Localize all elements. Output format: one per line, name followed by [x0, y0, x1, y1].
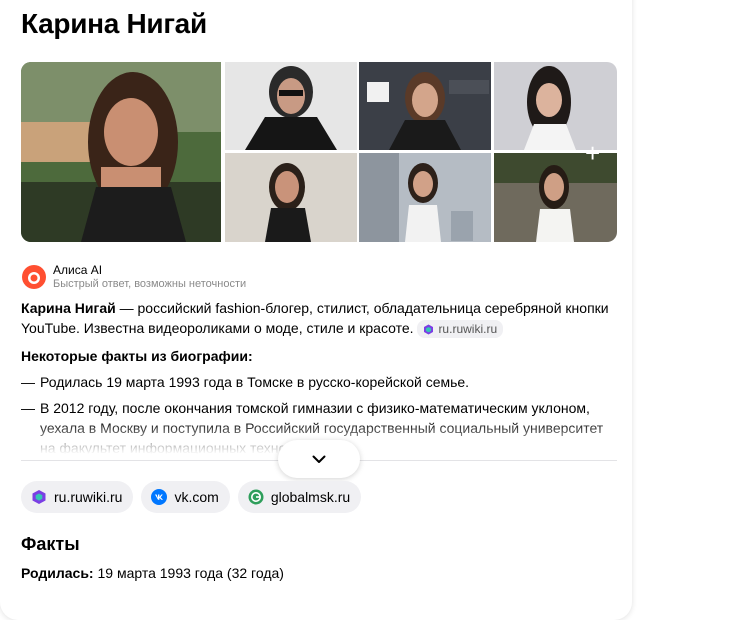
list-item: — Родилась 19 марта 1993 года в Томске в… — [21, 372, 621, 392]
page-title: Карина Нигай — [21, 8, 207, 39]
source-label: vk.com — [174, 489, 219, 505]
source-chip-ruwiki[interactable]: ru.ruwiki.ru — [21, 481, 134, 513]
bullet-dash: — — [21, 400, 35, 416]
source-chip-vk[interactable]: vk.com — [141, 481, 230, 513]
gallery-photo-4[interactable] — [494, 62, 617, 150]
gallery-photo-main[interactable] — [21, 62, 221, 242]
facts-title: Факты — [21, 534, 80, 554]
source-list: ru.ruwiki.ru vk.com globalmsk.ru — [21, 481, 362, 513]
alice-name: Алиса AI — [53, 263, 103, 277]
source-label: ru.ruwiki.ru — [54, 489, 123, 505]
gallery-photo-6[interactable] — [359, 153, 491, 242]
ruwiki-icon — [32, 490, 46, 504]
source-chip-globalmsk[interactable]: globalmsk.ru — [237, 481, 362, 513]
ruwiki-icon — [424, 324, 434, 335]
bio-heading: Некоторые факты из биографии: — [21, 348, 253, 364]
more-photos-icon[interactable]: + — [585, 140, 600, 166]
source-label: globalmsk.ru — [270, 489, 351, 505]
gallery-photo-3[interactable] — [359, 62, 491, 150]
fact-born: Родилась: 19 марта 1993 года (32 года) — [21, 565, 284, 581]
fact-born-value: 19 марта 1993 года (32 года) — [93, 565, 284, 581]
gallery-photo-5[interactable] — [225, 153, 357, 242]
alice-disclaimer: Быстрый ответ, возможны неточности — [53, 278, 247, 290]
chevron-down-icon — [312, 455, 326, 463]
expand-button[interactable] — [278, 440, 360, 478]
photo-gallery: + — [21, 62, 617, 242]
summary-source-label: ru.ruwiki.ru — [438, 322, 498, 337]
summary-entity-name: Карина Нигай — [21, 300, 116, 316]
fact-born-label: Родилась: — [21, 565, 94, 581]
gallery-photo-2[interactable] — [225, 62, 357, 150]
vk-icon — [151, 489, 168, 505]
alice-logo-icon — [22, 265, 46, 289]
summary-text: Карина Нигай — российский fashion-блогер… — [21, 298, 621, 339]
summary-source-chip[interactable]: ru.ruwiki.ru — [417, 320, 504, 339]
globalmsk-icon — [248, 489, 264, 505]
bullet-dash: — — [21, 374, 35, 390]
bio-item-1: Родилась 19 марта 1993 года в Томске в р… — [40, 374, 470, 390]
